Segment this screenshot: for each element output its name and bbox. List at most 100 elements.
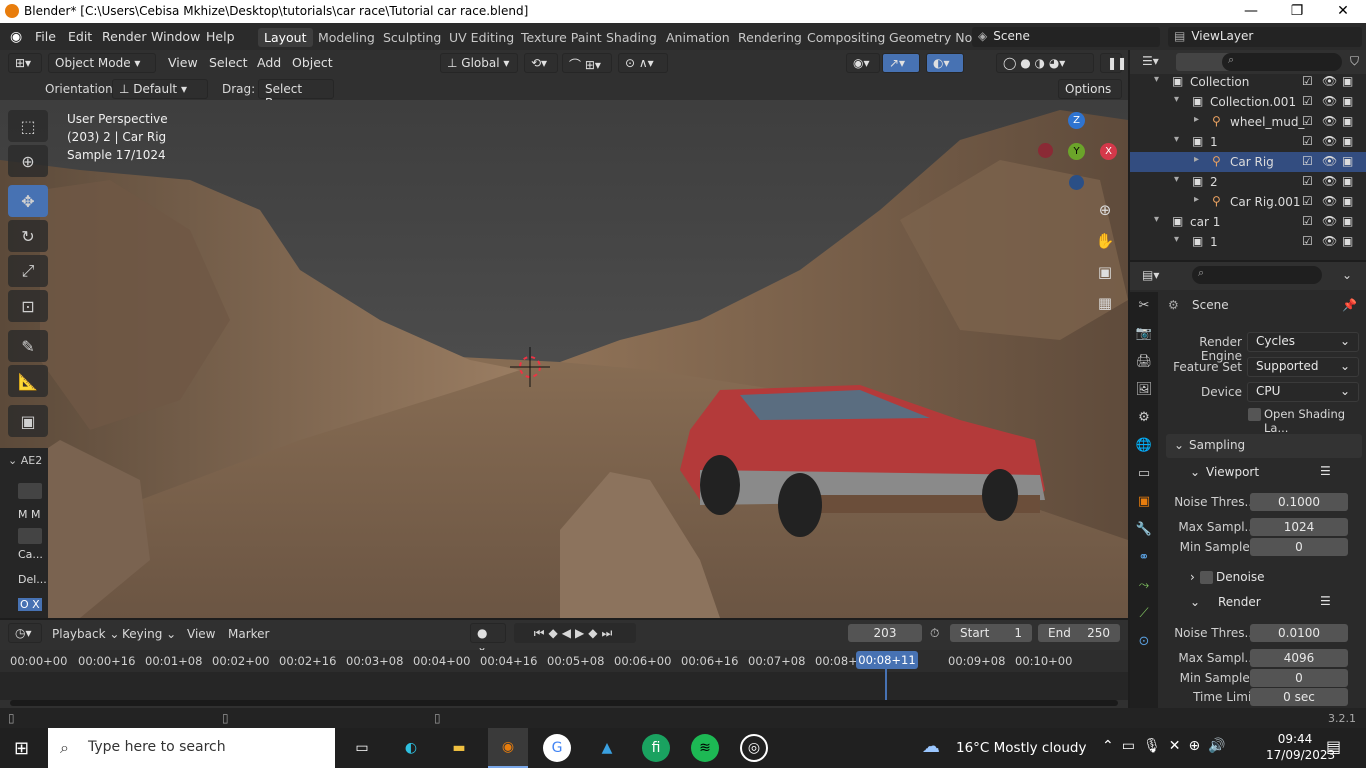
select-box-tool-icon[interactable]: ⬚ [8, 110, 48, 142]
gizmo-y-axis[interactable]: Y [1068, 143, 1085, 160]
visibility-eye-icon[interactable]: 👁 [1322, 214, 1337, 228]
outliner-row[interactable]: ▾ ▣ 1 ☑ 👁 ▣ [1130, 232, 1366, 252]
visibility-eye-icon[interactable]: 👁 [1322, 234, 1337, 248]
timeline-playback-menu[interactable]: Playback ⌄ [52, 627, 119, 641]
outliner-row[interactable]: ▸ ⚲ Car Rig.001 ☑ 👁 ▣ [1130, 192, 1366, 212]
tab-layout[interactable]: Layout [258, 28, 313, 47]
close-button[interactable]: ✕ [1320, 0, 1366, 23]
data-tab-icon[interactable]: ⤳ [1130, 572, 1158, 600]
ortho-grid-icon[interactable]: ▦ [1094, 288, 1116, 319]
visibility-eye-icon[interactable]: 👁 [1322, 194, 1337, 208]
timeline-tracks[interactable] [0, 672, 1128, 700]
obs-icon[interactable]: ◎ [740, 734, 768, 762]
outliner-editor-type-icon[interactable]: ☰▾ [1142, 54, 1159, 68]
object-tab-icon[interactable]: ▣ [1130, 488, 1158, 516]
vp-min-value[interactable]: 0 [1250, 538, 1348, 556]
render-subsection-chevron-icon[interactable]: ⌄ [1190, 595, 1200, 609]
addon-mm-button[interactable]: M M [18, 508, 40, 521]
end-frame-field[interactable]: End 250 [1038, 624, 1120, 642]
denoise-title[interactable]: Denoise [1216, 570, 1265, 584]
render-camera-icon[interactable]: ▣ [1342, 234, 1353, 248]
orientation-dropdown[interactable]: ⊥ Default ▾ [112, 79, 208, 99]
mode-dropdown[interactable]: Object Mode ▾ [48, 53, 156, 73]
editor-type-icon[interactable]: ⊞▾ [8, 53, 42, 73]
properties-options-icon[interactable]: ⌄ [1342, 268, 1352, 282]
taskbar-clock[interactable]: 09:44 17/09/2023 [1266, 731, 1335, 763]
transform-tool-icon[interactable]: ⊡ [8, 290, 48, 322]
jump-start-icon[interactable]: ⏮ [534, 626, 549, 640]
outliner-row[interactable]: ▾ ▣ 1 ☑ 👁 ▣ [1130, 132, 1366, 152]
outliner-row[interactable]: ▾ ▣ Collection ☑ 👁 ▣ [1130, 72, 1366, 92]
pin-icon[interactable]: 📌 [1342, 298, 1357, 312]
visibility-eye-icon[interactable]: 👁 [1322, 114, 1337, 128]
tab-uv-editing[interactable]: UV Editing [443, 28, 520, 47]
blender-taskbar-icon[interactable]: ◉ [488, 728, 528, 768]
chrome-icon[interactable]: G [543, 734, 571, 762]
tab-texture-paint[interactable]: Texture Paint [515, 28, 608, 47]
exclude-checkbox-icon[interactable]: ☑ [1302, 174, 1313, 188]
navigation-gizmo[interactable]: Z Y X [1038, 110, 1118, 200]
play-icon[interactable]: ▶ [575, 626, 588, 640]
render-tab-icon[interactable]: 📷 [1130, 320, 1158, 348]
affinity-icon[interactable]: ▲ [593, 734, 621, 762]
expand-chevron-icon[interactable]: ▾ [1174, 94, 1179, 105]
modifier-tab-icon[interactable]: 🔧 [1130, 516, 1158, 544]
menu-edit[interactable]: Edit [68, 29, 92, 44]
outliner-row[interactable]: ▸ ⚲ Car Rig ☑ 👁 ▣ [1130, 152, 1366, 172]
vp-max-value[interactable]: 1024 [1250, 518, 1348, 536]
properties-editor-type-icon[interactable]: ▤▾ [1142, 268, 1159, 282]
viewport-menu-add[interactable]: Add [257, 55, 281, 70]
gizmo-neg-z[interactable] [1069, 175, 1084, 190]
device-dropdown[interactable]: CPU ⌄ [1247, 382, 1359, 402]
visibility-eye-icon[interactable]: 👁 [1322, 174, 1337, 188]
gizmo-toggle-icon[interactable]: ↗▾ [882, 53, 920, 73]
weather-text[interactable]: 16°C Mostly cloudy [956, 740, 1086, 756]
tab-animation[interactable]: Animation [660, 28, 736, 47]
timeline-keying-menu[interactable]: Keying ⌄ [122, 627, 176, 641]
playhead-label[interactable]: 00:08+11 [856, 651, 918, 669]
viewport-subsection-chevron-icon[interactable]: ⌄ [1190, 465, 1200, 479]
addon-ca-button[interactable]: Ca... [18, 548, 43, 561]
r-min-value[interactable]: 0 [1250, 669, 1348, 687]
gizmo-z-axis[interactable]: Z [1068, 112, 1085, 129]
menu-file[interactable]: File [35, 29, 56, 44]
render-engine-dropdown[interactable]: Cycles ⌄ [1247, 332, 1359, 352]
exclude-checkbox-icon[interactable]: ☑ [1302, 214, 1313, 228]
visibility-eye-icon[interactable]: 👁 [1322, 134, 1337, 148]
visibility-eye-icon[interactable]: 👁 [1322, 94, 1337, 108]
expand-chevron-icon[interactable]: ▾ [1174, 234, 1179, 245]
exclude-checkbox-icon[interactable]: ☑ [1302, 194, 1313, 208]
tab-shading[interactable]: Shading [600, 28, 663, 47]
start-frame-field[interactable]: Start 1 [950, 624, 1032, 642]
tab-compositing[interactable]: Compositing [801, 28, 891, 47]
windows-start-icon[interactable]: ⊞ [14, 738, 29, 759]
expand-chevron-icon[interactable]: ▾ [1174, 134, 1179, 145]
osl-checkbox[interactable] [1248, 408, 1261, 421]
viewport-menu-select[interactable]: Select [209, 55, 248, 70]
render-camera-icon[interactable]: ▣ [1342, 114, 1353, 128]
time-limit-value[interactable]: 0 sec [1250, 688, 1348, 706]
view-layer-tab-icon[interactable]: 🖼 [1130, 376, 1158, 404]
expand-chevron-icon[interactable]: ▸ [1194, 114, 1199, 125]
options-dropdown[interactable]: Options ▾ [1058, 79, 1122, 110]
outliner-search-input[interactable]: ⌕ [1222, 53, 1342, 71]
addon-ox-button[interactable]: O X [18, 598, 42, 611]
move-tool-icon[interactable]: ✥ [8, 185, 48, 217]
visibility-eye-icon[interactable]: 👁 [1322, 74, 1337, 88]
addon-button-2[interactable] [18, 528, 42, 544]
gizmo-x-axis[interactable]: X [1100, 143, 1117, 160]
exclude-checkbox-icon[interactable]: ☑ [1302, 94, 1313, 108]
render-camera-icon[interactable]: ▣ [1342, 194, 1353, 208]
timeline-marker-menu[interactable]: Marker [228, 627, 269, 641]
file-explorer-icon[interactable]: ▬ [445, 734, 473, 762]
play-reverse-icon[interactable]: ◀ [562, 626, 575, 640]
viewport-menu-object[interactable]: Object [292, 55, 333, 70]
expand-chevron-icon[interactable]: ▾ [1174, 174, 1179, 185]
tool-tab-icon[interactable]: ✂ [1130, 292, 1158, 320]
cursor-tool-icon[interactable]: ⊕ [8, 145, 48, 177]
render-camera-icon[interactable]: ▣ [1342, 134, 1353, 148]
exclude-checkbox-icon[interactable]: ☑ [1302, 114, 1313, 128]
output-tab-icon[interactable]: 🖨 [1130, 348, 1158, 376]
taskbar-search-box[interactable]: ⌕ Type here to search [48, 728, 335, 768]
tab-sculpting[interactable]: Sculpting [377, 28, 447, 47]
